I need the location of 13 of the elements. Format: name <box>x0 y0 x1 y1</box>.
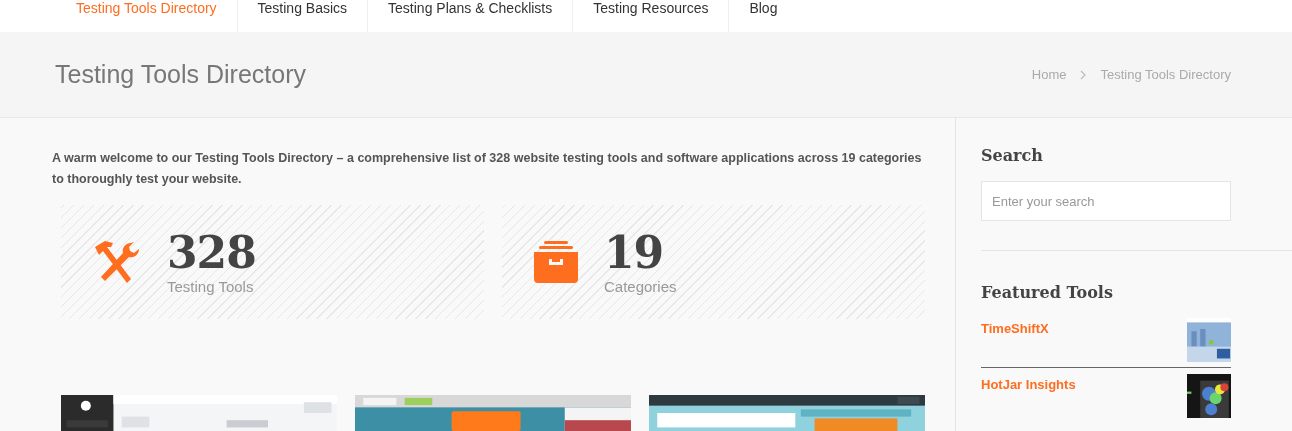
page-title: Testing Tools Directory <box>55 60 307 89</box>
stat-label: Testing Tools <box>167 277 254 295</box>
stat-label: Categories <box>604 277 677 295</box>
chevron-icon <box>1080 69 1087 80</box>
search-heading: Search <box>981 146 1044 165</box>
nav-link[interactable]: Blog <box>729 0 798 32</box>
search-field[interactable]: Enter your search <box>981 181 1231 221</box>
featured-heading: Featured Tools <box>981 283 1114 302</box>
stat-value: 19 <box>604 229 664 276</box>
stat-value: 328 <box>167 229 256 276</box>
breadcrumb-current: Testing Tools Directory <box>1100 67 1231 82</box>
drawer-icon <box>532 241 580 283</box>
intro-paragraph: A warm welcome to our Testing Tools Directory – a comprehensive list of 328 website testing tools and software applications across 19 categories to thoroughly test your website. <box>52 150 923 188</box>
